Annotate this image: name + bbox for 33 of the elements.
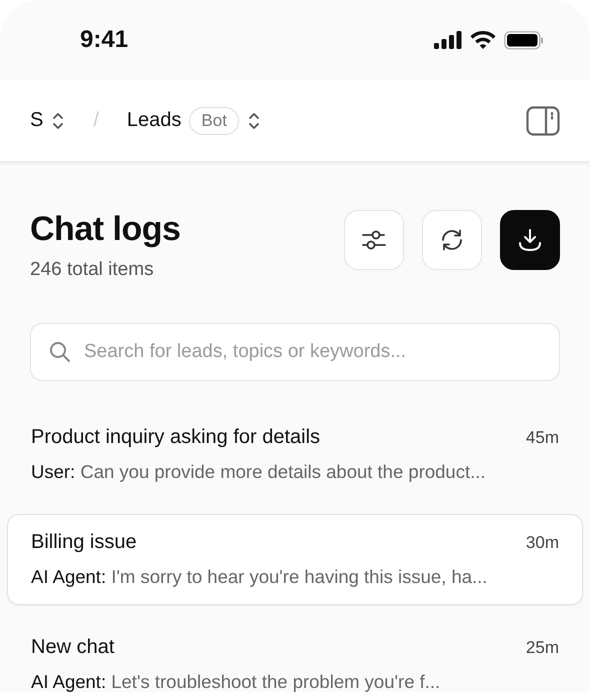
message-preview: AI Agent: Let's troubleshoot the problem you're f... — [31, 671, 442, 692]
sliders-icon — [361, 228, 387, 252]
chat-item[interactable]: Product inquiry asking for details 45m User: Can you provide more details about the product... — [7, 409, 583, 500]
project-name[interactable]: Leads — [126, 109, 182, 132]
bot-tag: Bot — [189, 106, 239, 134]
breadcrumb-separator: / — [93, 109, 99, 132]
wifi-icon — [470, 30, 496, 50]
chat-time: 30m — [526, 533, 559, 553]
filter-button[interactable] — [344, 210, 404, 270]
status-time: 9:41 — [80, 26, 128, 54]
message-preview: User: Can you provide more details about the product... — [31, 461, 487, 483]
download-icon — [516, 226, 544, 254]
refresh-icon — [439, 227, 465, 253]
chat-title: Billing issue — [31, 531, 137, 554]
item-count: 246 total items — [30, 259, 155, 281]
chat-title: New chat — [31, 636, 114, 659]
workspace-name[interactable]: S — [30, 109, 44, 132]
refresh-button[interactable] — [422, 210, 482, 270]
download-button[interactable] — [500, 210, 560, 270]
signal-icon — [434, 31, 462, 49]
message-preview: AI Agent: I'm sorry to hear you're having this issue, ha... — [31, 566, 488, 588]
chat-item[interactable]: Billing issue 30m AI Agent: I'm sorry to hear you're having this issue, ha... — [7, 514, 583, 605]
chat-time: 45m — [526, 428, 559, 448]
chevrons-icon[interactable] — [51, 110, 66, 130]
chat-item[interactable]: New chat 25m AI Agent: Let's troubleshoot the problem you're f... — [7, 619, 583, 692]
chevrons-icon[interactable] — [246, 110, 261, 130]
page-title: Chat logs — [30, 210, 180, 249]
search-field[interactable]: Search for leads, topics or keywords... — [30, 323, 560, 381]
chat-time: 25m — [526, 638, 559, 658]
battery-icon — [504, 30, 544, 50]
sidebar-toggle-icon[interactable] — [526, 106, 560, 136]
search-icon — [49, 341, 71, 363]
chat-title: Product inquiry asking for details — [31, 426, 320, 449]
